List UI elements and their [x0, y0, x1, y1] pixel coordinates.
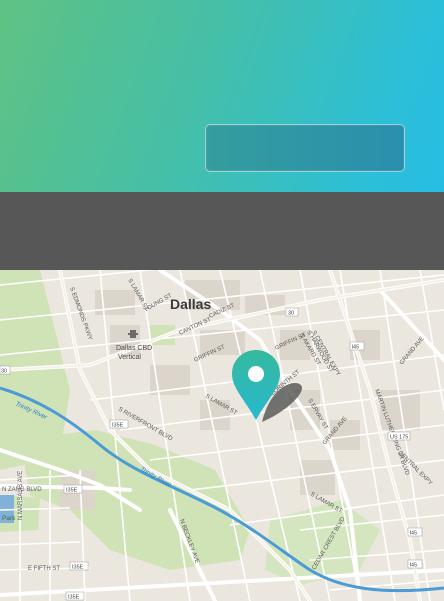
svg-text:I35E: I35E [72, 565, 84, 571]
svg-text:N MARSALIS AVE: N MARSALIS AVE [18, 471, 24, 520]
svg-text:I35E: I35E [112, 423, 124, 429]
dark-band [0, 192, 444, 270]
header-banner [0, 0, 444, 192]
svg-text:I35E: I35E [66, 488, 78, 494]
svg-text:I45: I45 [410, 563, 418, 569]
svg-text:I45: I45 [410, 531, 418, 537]
svg-text:E FIFTH ST: E FIFTH ST [28, 566, 60, 572]
header-action-box[interactable] [205, 124, 405, 172]
map-view[interactable]: YOUNG ST CANTON ST CADIZ ST GRIFFIN ST S… [0, 270, 444, 601]
park-label: Park [2, 515, 16, 522]
svg-text:US 175: US 175 [390, 435, 408, 441]
svg-text:N ZANG BLVD: N ZANG BLVD [2, 487, 42, 493]
city-label: Dallas [170, 296, 211, 312]
map-canvas[interactable]: YOUNG ST CANTON ST CADIZ ST GRIFFIN ST S… [0, 270, 444, 601]
svg-text:I35E: I35E [68, 595, 80, 601]
svg-text:30: 30 [1, 369, 7, 375]
svg-text:30: 30 [288, 311, 294, 317]
poi-label: Dallas CBD [116, 345, 152, 352]
poi-label-2: Vertical [118, 354, 141, 361]
svg-text:I45: I45 [352, 345, 360, 351]
